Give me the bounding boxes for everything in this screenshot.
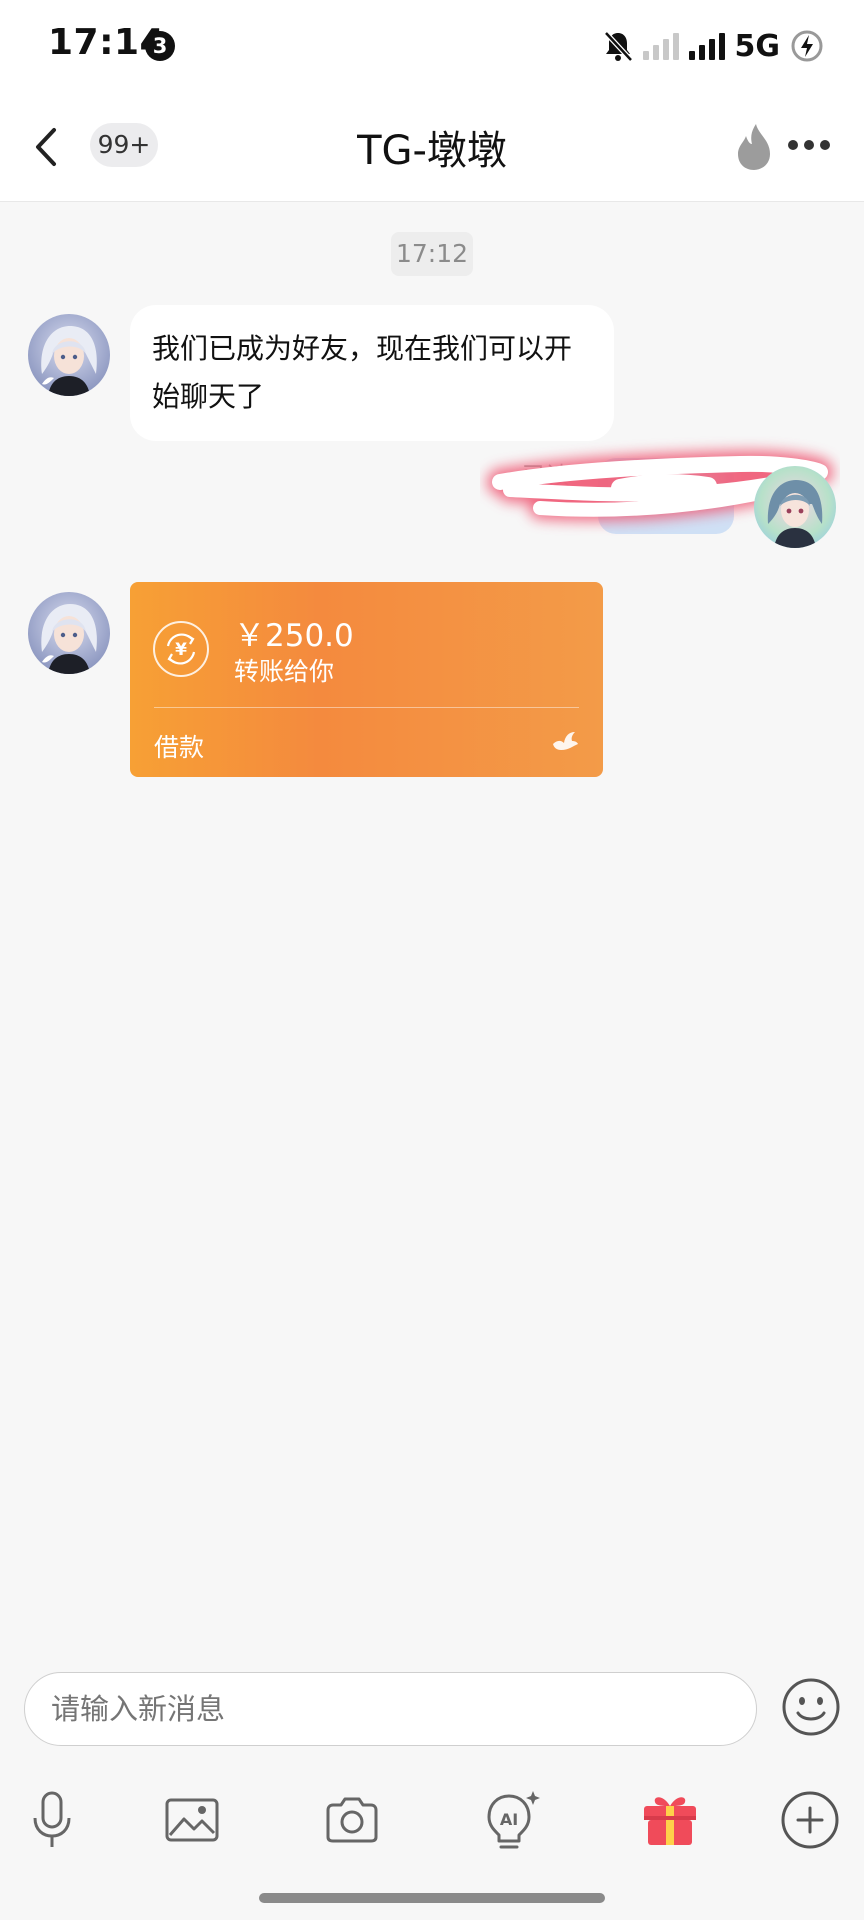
contact-avatar-image (28, 592, 110, 674)
bird-icon (553, 732, 578, 750)
ai-button[interactable]: AI (478, 1788, 542, 1852)
status-indicators: 5G (603, 26, 825, 66)
status-bar: 17:14 3 5G (0, 0, 864, 92)
contact-avatar[interactable] (28, 592, 110, 674)
plus-icon (781, 1791, 839, 1849)
more-icon (788, 140, 830, 150)
transfer-divider (154, 707, 579, 708)
flame-icon (738, 124, 770, 170)
notification-count-badge: 3 (145, 31, 175, 61)
message-timestamp: 17:12 (391, 232, 473, 276)
more-options-button[interactable] (784, 130, 834, 160)
intimacy-flame-button[interactable] (732, 120, 776, 172)
chat-header: 99+ TG-墩墩 (0, 92, 864, 202)
yuan-exchange-icon: ¥ (153, 621, 209, 677)
composer-area: AI (0, 1648, 864, 1920)
voice-button[interactable] (20, 1788, 84, 1852)
gift-button[interactable] (638, 1788, 702, 1852)
more-features-button[interactable] (778, 1788, 842, 1852)
chat-screen: 17:14 3 5G 99+ TG-墩墩 17:12 我们已成为好友，现在我们可… (0, 0, 864, 1920)
signal-sim1-icon (642, 32, 679, 60)
transfer-subtitle: 转账给你 (234, 657, 335, 686)
my-avatar[interactable] (754, 466, 836, 548)
network-type: 5G (734, 28, 781, 64)
photo-button[interactable] (160, 1788, 224, 1852)
camera-button[interactable] (320, 1788, 384, 1852)
emoji-icon (782, 1678, 840, 1736)
transfer-card[interactable]: ¥ ￥250.0 转账给你 借款 (130, 582, 603, 777)
contact-avatar-image (28, 314, 110, 396)
my-avatar-image (754, 466, 836, 548)
image-icon (165, 1798, 219, 1842)
gift-icon (644, 1797, 696, 1845)
bell-muted-icon (603, 31, 633, 62)
transfer-note: 借款 (154, 733, 205, 762)
svg-text:AI: AI (500, 1810, 518, 1829)
transfer-amount: ￥250.0 (234, 618, 354, 654)
emoji-button[interactable] (780, 1676, 842, 1738)
contact-avatar[interactable] (28, 314, 110, 396)
message-input[interactable] (24, 1672, 757, 1746)
battery-charging-icon (791, 30, 823, 62)
signal-sim2-icon (688, 32, 725, 60)
ai-icon: AI (487, 1791, 540, 1849)
received-message-bubble[interactable]: 我们已成为好友，现在我们可以开始聊天了 (130, 305, 614, 441)
camera-icon (326, 1797, 378, 1843)
home-indicator[interactable] (259, 1893, 605, 1903)
svg-text:¥: ¥ (175, 640, 187, 660)
microphone-icon (33, 1791, 71, 1847)
